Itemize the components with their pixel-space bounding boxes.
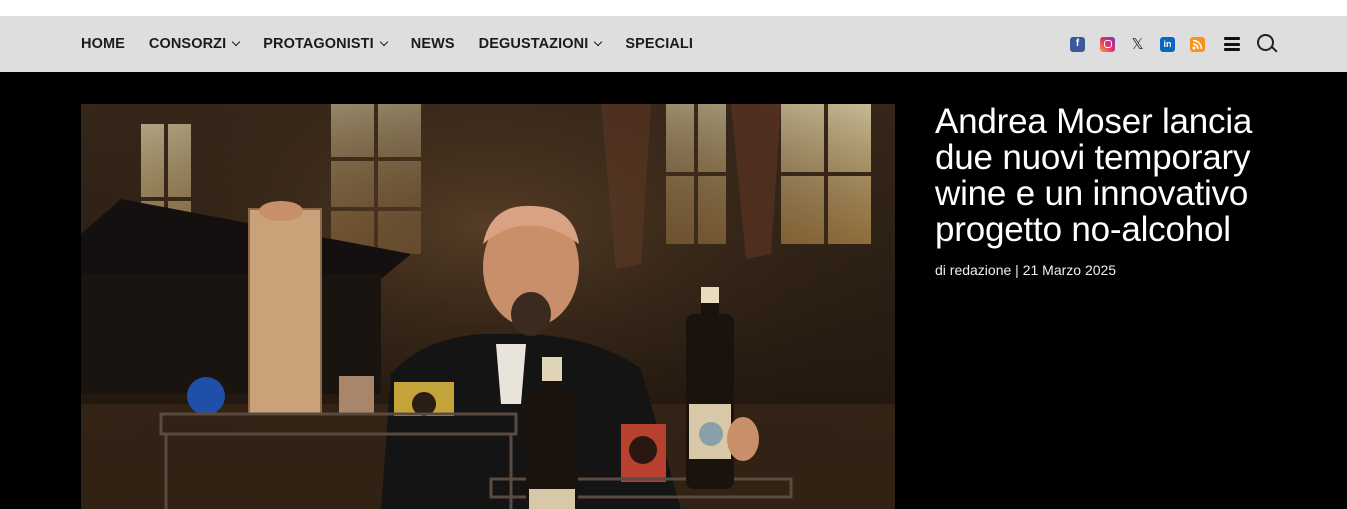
nav-item-label: NEWS (410, 36, 455, 52)
chevron-down-icon (379, 37, 388, 47)
social-links: f 𝕏 in (1070, 16, 1278, 72)
menu-icon[interactable] (1224, 37, 1240, 51)
facebook-icon[interactable]: f (1070, 36, 1085, 52)
featured-article: Andrea Moser lancia due nuovi temporary … (935, 104, 1295, 279)
main-navbar: HOME CONSORZI PROTAGONISTI NEWS DEGUSTAZ… (0, 16, 1347, 72)
article-hero-image[interactable] (81, 104, 895, 509)
nav-item-consorzi[interactable]: CONSORZI (148, 36, 241, 52)
search-icon[interactable] (1257, 34, 1278, 54)
chevron-down-icon (594, 37, 603, 47)
nav-item-home[interactable]: HOME (81, 36, 125, 52)
hero-photo (81, 104, 895, 509)
article-meta: di redazione | 21 Marzo 2025 (935, 262, 1117, 278)
nav-item-label: HOME (81, 36, 125, 52)
rss-icon[interactable] (1190, 36, 1205, 52)
nav-item-protagonisti[interactable]: PROTAGONISTI (263, 36, 388, 52)
main-menu: HOME CONSORZI PROTAGONISTI NEWS DEGUSTAZ… (81, 16, 717, 72)
instagram-icon[interactable] (1100, 36, 1115, 52)
article-title[interactable]: Andrea Moser lancia due nuovi temporary … (935, 104, 1295, 248)
nav-item-label: SPECIALI (625, 36, 694, 52)
nav-item-label: DEGUSTAZIONI (478, 36, 589, 52)
x-icon[interactable]: 𝕏 (1130, 37, 1145, 52)
nav-item-label: CONSORZI (148, 36, 227, 52)
nav-item-label: PROTAGONISTI (263, 36, 374, 52)
top-strip (0, 0, 1347, 16)
nav-item-degustazioni[interactable]: DEGUSTAZIONI (478, 36, 603, 52)
chevron-down-icon (232, 37, 241, 47)
nav-item-speciali[interactable]: SPECIALI (625, 36, 693, 52)
linkedin-icon[interactable]: in (1160, 36, 1175, 52)
nav-item-news[interactable]: NEWS (411, 36, 455, 52)
